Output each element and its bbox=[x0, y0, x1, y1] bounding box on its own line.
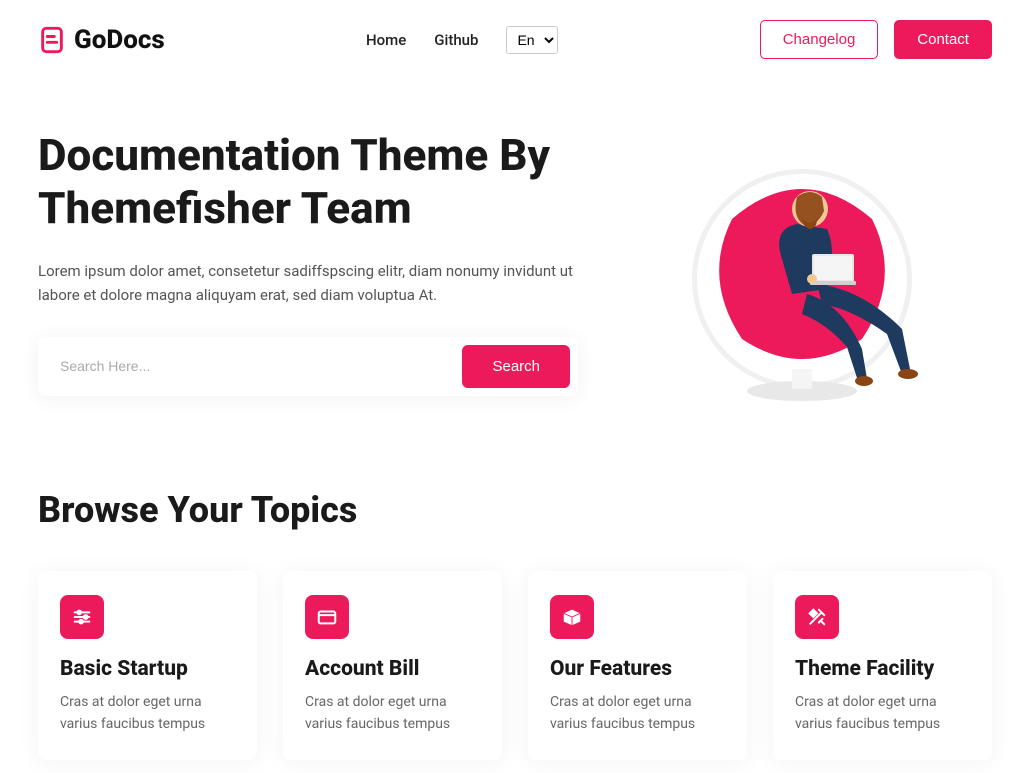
topic-desc: Cras at dolor eget urna varius faucibus … bbox=[795, 691, 970, 736]
topics-heading: Browse Your Topics bbox=[38, 489, 992, 531]
topic-card-our-features[interactable]: Our Features Cras at dolor eget urna var… bbox=[528, 571, 747, 760]
topic-card-account-bill[interactable]: Account Bill Cras at dolor eget urna var… bbox=[283, 571, 502, 760]
nav-home[interactable]: Home bbox=[366, 31, 406, 49]
doc-icon bbox=[38, 26, 66, 54]
topic-title: Our Features bbox=[550, 657, 725, 681]
contact-button[interactable]: Contact bbox=[894, 20, 992, 59]
topic-title: Basic Startup bbox=[60, 657, 235, 681]
hero-description: Lorem ipsum dolor amet, consetetur sadif… bbox=[38, 259, 578, 307]
topic-desc: Cras at dolor eget urna varius faucibus … bbox=[550, 691, 725, 736]
tools-icon bbox=[795, 595, 839, 639]
language-select[interactable]: En bbox=[506, 26, 558, 54]
topic-title: Account Bill bbox=[305, 657, 480, 681]
changelog-button[interactable]: Changelog bbox=[760, 20, 879, 59]
topic-title: Theme Facility bbox=[795, 657, 970, 681]
nav-center: Home Github En bbox=[366, 26, 558, 54]
topic-card-theme-facility[interactable]: Theme Facility Cras at dolor eget urna v… bbox=[773, 571, 992, 760]
topic-desc: Cras at dolor eget urna varius faucibus … bbox=[305, 691, 480, 736]
sliders-icon bbox=[60, 595, 104, 639]
brand-name: GoDocs bbox=[74, 25, 165, 55]
hero-content: Documentation Theme By Themefisher Team … bbox=[38, 129, 591, 409]
nav-github[interactable]: Github bbox=[434, 31, 478, 49]
navbar: GoDocs Home Github En Changelog Contact bbox=[0, 0, 1030, 79]
box-icon bbox=[550, 595, 594, 639]
hero-illustration-wrap bbox=[611, 129, 992, 409]
nav-right: Changelog Contact bbox=[760, 20, 992, 59]
person-chair-illustration bbox=[662, 129, 942, 409]
search-form: Search bbox=[38, 337, 578, 396]
topic-card-basic-startup[interactable]: Basic Startup Cras at dolor eget urna va… bbox=[38, 571, 257, 760]
search-input[interactable] bbox=[46, 346, 462, 386]
credit-card-icon bbox=[305, 595, 349, 639]
hero-title: Documentation Theme By Themefisher Team bbox=[38, 129, 591, 235]
brand-logo[interactable]: GoDocs bbox=[38, 25, 165, 55]
hero-section: Documentation Theme By Themefisher Team … bbox=[0, 79, 1030, 449]
topics-section: Browse Your Topics Basic Startup Cras at… bbox=[0, 449, 1030, 760]
search-button[interactable]: Search bbox=[462, 345, 570, 388]
topics-grid: Basic Startup Cras at dolor eget urna va… bbox=[38, 571, 992, 760]
topic-desc: Cras at dolor eget urna varius faucibus … bbox=[60, 691, 235, 736]
